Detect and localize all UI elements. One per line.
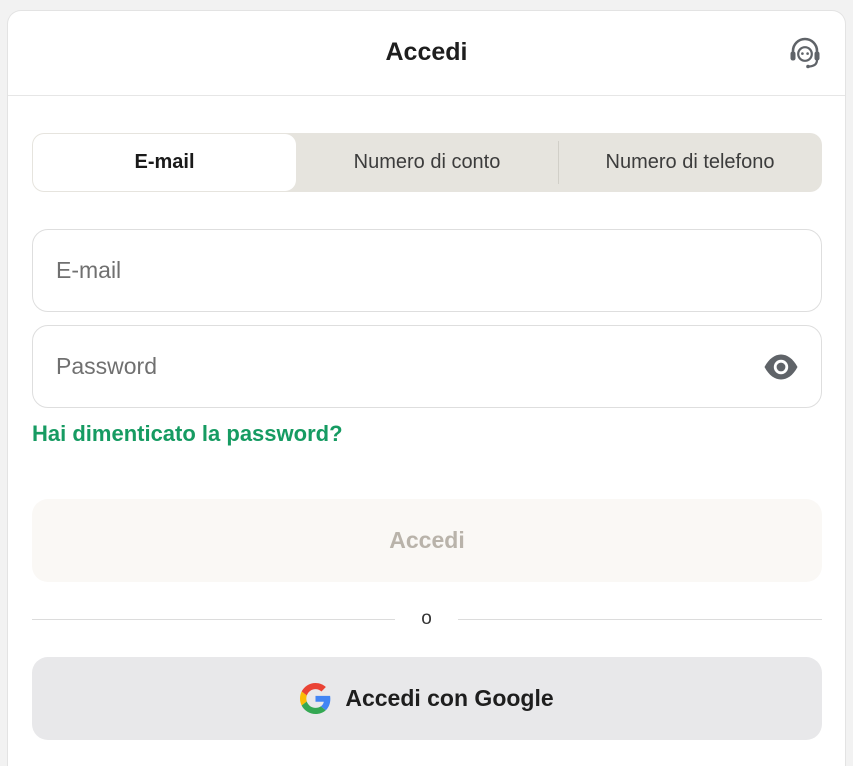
google-login-button[interactable]: Accedi con Google: [32, 657, 822, 740]
password-input[interactable]: [56, 326, 736, 407]
tab-email[interactable]: E-mail: [33, 134, 296, 191]
divider-line-right: [458, 619, 822, 620]
page-title: Accedi: [385, 38, 468, 66]
email-field[interactable]: [32, 229, 822, 312]
tab-phone-number[interactable]: Numero di telefono: [558, 133, 822, 192]
header: Accedi: [8, 11, 845, 96]
login-method-tabs: E-mail Numero di conto Numero di telefon…: [32, 133, 822, 192]
password-field[interactable]: [32, 325, 822, 408]
or-divider: o: [32, 608, 822, 638]
support-button[interactable]: [787, 35, 823, 71]
email-input[interactable]: [56, 230, 736, 311]
divider-line-left: [32, 619, 395, 620]
login-card: Accedi E-mail Numero di conto Numero di …: [7, 10, 846, 766]
google-logo-icon: [300, 683, 331, 714]
google-login-label: Accedi con Google: [345, 685, 554, 711]
headset-icon: [790, 37, 820, 69]
eye-icon: [764, 354, 798, 380]
forgot-password-link[interactable]: Hai dimenticato la password?: [32, 421, 343, 447]
password-visibility-toggle[interactable]: [763, 350, 799, 384]
submit-login-button[interactable]: Accedi: [32, 499, 822, 582]
or-text: o: [421, 608, 432, 629]
tab-account-number[interactable]: Numero di conto: [296, 133, 558, 192]
